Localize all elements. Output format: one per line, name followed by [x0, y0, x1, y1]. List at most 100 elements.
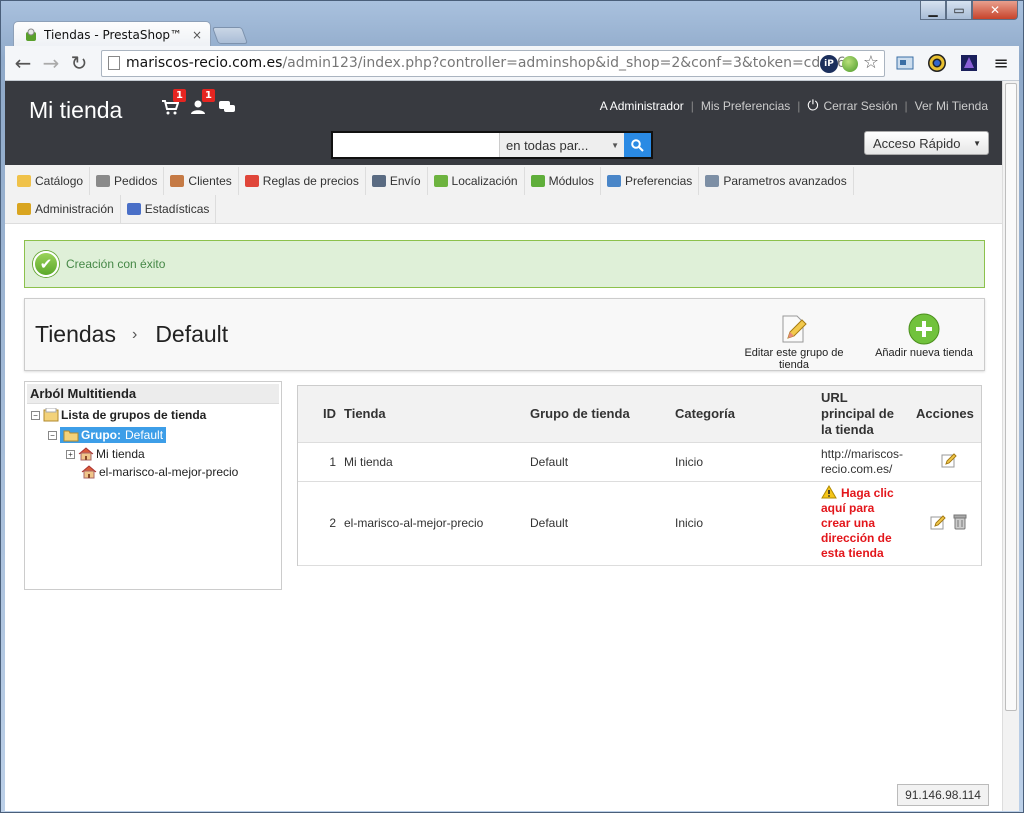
- menu-item-administraci-n[interactable]: Administración: [11, 195, 121, 223]
- breadcrumb-parent[interactable]: Tiendas: [35, 321, 116, 348]
- menu-item-env-o[interactable]: Envío: [366, 167, 428, 195]
- main-menu: Catálogo Pedidos Clientes Reglas de precios…: [5, 165, 1002, 224]
- col-shop-header[interactable]: Tienda: [340, 386, 530, 443]
- menu-item-parametros-avanzados[interactable]: Parametros avanzados: [699, 167, 854, 195]
- tree-group-node[interactable]: − Grupo: Default: [48, 427, 167, 443]
- address-bar[interactable]: mariscos-recio.com.es/admin123/index.php…: [101, 49, 885, 77]
- my-preferences-link[interactable]: Mis Preferencias: [701, 99, 790, 113]
- chrome-menu-icon[interactable]: ≡: [989, 51, 1013, 75]
- menu-item-label: Módulos: [548, 174, 594, 188]
- logout-link[interactable]: Cerrar Sesión: [823, 99, 897, 113]
- admin-header: Mi tienda 1 1 A Administrador | Mis Pref…: [5, 81, 1002, 165]
- cell-shop[interactable]: Mi tienda: [340, 442, 530, 482]
- cell-id: 1: [298, 442, 340, 482]
- orders-notification[interactable]: 1: [161, 89, 186, 119]
- menu-item-m-dulos[interactable]: Módulos: [525, 167, 601, 195]
- messages-icon: [219, 101, 235, 112]
- user-icon: [170, 175, 185, 187]
- create-address-link-l4: dirección de: [821, 531, 892, 545]
- menu-item-label: Pedidos: [114, 174, 158, 188]
- search-scope-select[interactable]: en todas par... ▼: [499, 133, 624, 157]
- trash-icon[interactable]: [953, 514, 967, 530]
- color-picker-extension-icon[interactable]: [925, 51, 949, 75]
- tab-close-icon[interactable]: ×: [192, 28, 202, 42]
- expand-icon[interactable]: +: [66, 449, 75, 459]
- minimize-button[interactable]: ▁: [920, 1, 946, 20]
- close-window-button[interactable]: ✕: [972, 1, 1018, 20]
- menu-item-reglas-de-precios[interactable]: Reglas de precios: [239, 167, 366, 195]
- collapse-icon[interactable]: −: [31, 410, 40, 420]
- menu-item-localizaci-n[interactable]: Localización: [428, 167, 525, 195]
- cell-shop[interactable]: el-marisco-al-mejor-precio: [340, 481, 530, 566]
- maximize-button[interactable]: ▭: [946, 1, 972, 20]
- tab-title: Tiendas - PrestaShop™: [44, 27, 183, 42]
- truck-icon: [371, 175, 386, 187]
- menu-item-label: Localización: [451, 174, 518, 188]
- new-tab-button[interactable]: [211, 27, 249, 44]
- messages-notification[interactable]: [218, 99, 240, 119]
- col-group-header[interactable]: Grupo de tienda: [530, 386, 675, 443]
- cell-actions: [916, 481, 981, 566]
- admin-user-link[interactable]: A Administrador: [600, 99, 684, 113]
- page-scrollbar[interactable]: [1002, 81, 1019, 811]
- menu-item-cat-logo[interactable]: Catálogo: [11, 167, 91, 195]
- menu-item-label: Preferencias: [624, 174, 693, 188]
- folder-icon: [17, 175, 31, 187]
- edit-shop-group-button[interactable]: Editar este grupo de tienda: [729, 313, 859, 371]
- open-folder-icon: [63, 430, 79, 442]
- shop-name[interactable]: Mi tienda: [29, 97, 122, 124]
- bookmark-star-icon[interactable]: ☆: [863, 52, 879, 73]
- breadcrumb-current: Default: [155, 321, 229, 347]
- table-row[interactable]: 1 Mi tienda Default Inicio http://marisc…: [298, 442, 981, 482]
- key-icon: [17, 203, 31, 215]
- tree-shop-node[interactable]: + Mi tienda: [66, 447, 145, 461]
- user-links: A Administrador | Mis Preferencias | ⏻ C…: [599, 97, 988, 113]
- preferences-icon: [606, 175, 621, 187]
- edit-icon[interactable]: [941, 452, 957, 468]
- customers-notification[interactable]: 1: [190, 89, 215, 119]
- tree-root-node[interactable]: − Lista de grupos de tienda: [31, 408, 206, 422]
- cell-url-warning[interactable]: Haga clic aquí para crear una dirección de e…: [821, 481, 916, 566]
- collapse-icon[interactable]: −: [48, 430, 57, 440]
- ip-extension-icon[interactable]: iP: [820, 54, 838, 73]
- tree-title: Arból Multitienda: [27, 384, 279, 404]
- search-button[interactable]: [624, 133, 651, 157]
- forward-icon[interactable]: →: [37, 49, 65, 77]
- success-alert: ✔ Creación con éxito: [24, 240, 985, 288]
- table-row[interactable]: 2 el-marisco-al-mejor-precio Default Ini…: [298, 481, 981, 566]
- reload-icon[interactable]: ↻: [65, 49, 93, 77]
- menu-item-clientes[interactable]: Clientes: [164, 167, 239, 195]
- tree-shop-node[interactable]: el-marisco-al-mejor-precio: [81, 465, 238, 479]
- customers-count-badge: 1: [202, 89, 215, 102]
- col-id-header[interactable]: ID: [298, 386, 340, 443]
- scrollbar-thumb[interactable]: [1005, 83, 1017, 711]
- edit-icon[interactable]: [930, 514, 947, 530]
- col-category-header[interactable]: Categoría: [675, 386, 821, 443]
- wrench-icon: [705, 175, 720, 187]
- edit-document-icon: [778, 313, 810, 345]
- create-address-link-l5: esta tienda: [821, 546, 884, 560]
- col-url-header-l1: URL: [821, 389, 848, 405]
- cell-url[interactable]: http://mariscos-recio.com.es/: [821, 442, 916, 482]
- menu-item-pedidos[interactable]: Pedidos: [90, 167, 165, 195]
- quick-access-dropdown[interactable]: Acceso Rápido ▼: [864, 131, 989, 155]
- breadcrumb-separator-icon: ›: [131, 325, 138, 343]
- menu-item-preferencias[interactable]: Preferencias: [601, 167, 700, 195]
- view-shop-link[interactable]: Ver Mi Tienda: [915, 99, 988, 113]
- add-shop-button[interactable]: Añadir nueva tienda: [874, 313, 974, 359]
- success-message: Creación con éxito: [66, 257, 166, 271]
- shop-house-icon: [78, 447, 94, 461]
- col-url-header-l2: principal de: [821, 405, 894, 421]
- screenshot-extension-icon[interactable]: [893, 51, 917, 75]
- menu-item-label: Administración: [35, 202, 114, 216]
- search-input[interactable]: [333, 133, 499, 157]
- night-extension-icon[interactable]: [957, 51, 981, 75]
- back-icon[interactable]: ←: [9, 49, 37, 77]
- menu-item-label: Reglas de precios: [262, 174, 359, 188]
- globe-extension-icon[interactable]: [842, 55, 858, 72]
- menu-item-estad-sticas[interactable]: Estadísticas: [121, 195, 217, 223]
- col-url-header-l3: la tienda: [821, 421, 874, 437]
- browser-tab[interactable]: Tiendas - PrestaShop™ ×: [13, 21, 211, 47]
- cell-id: 2: [298, 481, 340, 566]
- col-url-header[interactable]: URL principal de la tienda: [821, 386, 916, 443]
